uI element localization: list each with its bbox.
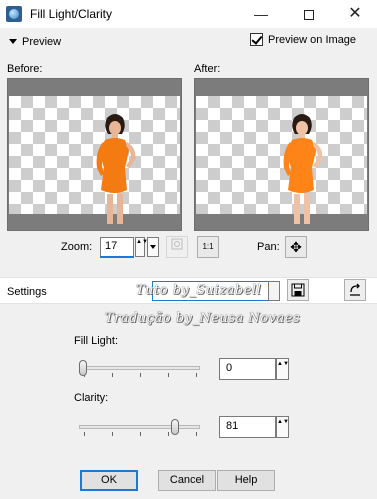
after-label: After: <box>194 63 221 75</box>
zoom-actual-size-button[interactable]: 1:1 <box>197 236 219 258</box>
pan-label: Pan: <box>257 241 280 253</box>
after-preview-pane[interactable] <box>194 78 369 231</box>
ok-button[interactable]: OK <box>80 470 138 491</box>
zoom-focus-underline <box>100 256 134 258</box>
maximize-button[interactable] <box>286 0 332 28</box>
woman-orange-dress-image <box>96 114 136 224</box>
fill-light-spinner[interactable]: ▲▼ <box>276 358 289 380</box>
zoom-dropdown-button[interactable] <box>147 237 159 257</box>
reset-button[interactable] <box>344 279 366 301</box>
fill-light-slider-track[interactable] <box>79 366 200 370</box>
slider-tick <box>84 432 85 436</box>
preview-section-label: Preview <box>22 36 62 48</box>
fill-light-label: Fill Light: <box>74 335 119 347</box>
close-button[interactable]: ✕ <box>332 0 377 28</box>
fill-light-slider-thumb[interactable] <box>79 360 87 376</box>
reset-icon <box>350 283 360 296</box>
settings-label: Settings <box>7 286 47 298</box>
zoom-label: Zoom: <box>61 241 93 253</box>
clarity-slider-thumb[interactable] <box>170 419 179 435</box>
slider-tick <box>196 373 197 377</box>
fill-light-input[interactable]: 0 <box>219 358 276 380</box>
watermark-text: Tuto by_Suizabell <box>136 283 262 298</box>
preset-dropdown-button[interactable] <box>268 281 280 301</box>
cancel-button[interactable]: Cancel <box>158 470 216 491</box>
before-preview-pane[interactable] <box>7 78 182 231</box>
clarity-ticks <box>84 432 197 437</box>
slider-tick <box>112 432 113 436</box>
clarity-input[interactable]: 81 <box>219 416 276 438</box>
preview-on-image-label[interactable]: Preview on Image <box>268 34 356 46</box>
slider-tick <box>168 373 169 377</box>
title-bar: Fill Light/Clarity — ✕ <box>0 0 377 28</box>
slider-tick <box>168 432 169 436</box>
preview-section-toggle[interactable]: Preview <box>9 36 61 48</box>
zoom-input[interactable]: 17 <box>100 237 134 257</box>
slider-tick <box>112 373 113 377</box>
clarity-label: Clarity: <box>74 392 109 404</box>
window-title: Fill Light/Clarity <box>30 7 113 21</box>
slider-tick <box>140 373 141 377</box>
collapse-triangle-icon <box>9 39 17 44</box>
clarity-slider-track[interactable] <box>79 425 200 429</box>
preview-header: Preview Preview on Image <box>0 28 377 54</box>
transparency-checkerboard <box>9 96 180 224</box>
woman-orange-dress-image <box>283 114 323 224</box>
maximize-icon <box>304 10 314 21</box>
watermark-text: Tradução by_Neusa Novaes <box>105 311 301 326</box>
zoom-spinner[interactable]: ▲▼ <box>135 237 148 257</box>
fill-light-ticks <box>84 373 197 378</box>
help-button[interactable]: Help <box>217 470 275 491</box>
save-preset-button[interactable] <box>287 279 309 301</box>
transparency-checkerboard <box>196 96 367 224</box>
minimize-button[interactable]: — <box>238 0 284 28</box>
preview-on-image-checkbox[interactable] <box>250 33 263 46</box>
save-icon <box>291 283 305 297</box>
clarity-spinner[interactable]: ▲▼ <box>276 416 289 438</box>
pan-button[interactable]: ✥ <box>285 236 307 258</box>
slider-tick <box>196 432 197 436</box>
app-icon <box>6 6 22 22</box>
zoom-fit-icon <box>171 238 183 250</box>
zoom-fit-button[interactable] <box>166 236 188 258</box>
slider-tick <box>140 432 141 436</box>
before-label: Before: <box>7 63 43 75</box>
